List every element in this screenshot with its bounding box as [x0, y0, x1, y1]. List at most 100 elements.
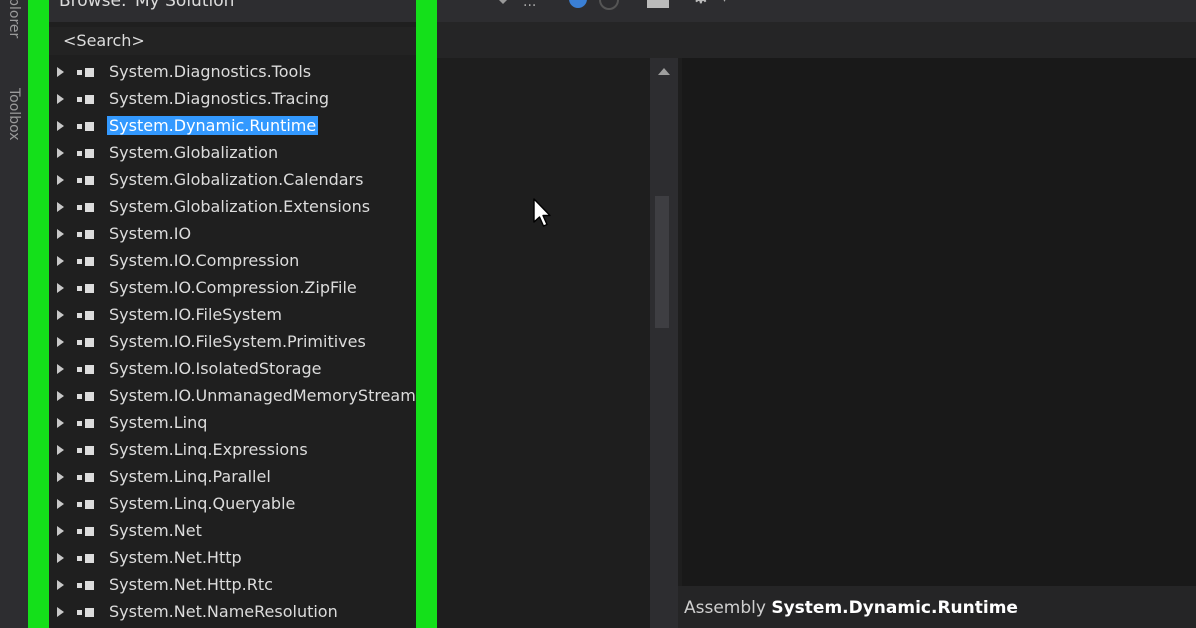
expand-arrow-icon[interactable]: [57, 418, 64, 428]
assembly-icon: [77, 419, 97, 428]
browse-bar: Browse: My Solution: [49, 0, 416, 22]
assembly-tree: System.Diagnostics.Tools System.Diagnosti…: [49, 59, 416, 626]
tree-item-label: System.Dynamic.Runtime: [107, 116, 319, 135]
tree-item[interactable]: System.Dynamic.Runtime: [49, 113, 416, 140]
search-input[interactable]: <Search>: [63, 31, 145, 50]
assembly-icon: [77, 95, 97, 104]
expand-arrow-icon[interactable]: [57, 202, 64, 212]
assembly-icon: [77, 230, 97, 239]
expand-arrow-icon[interactable]: [57, 283, 64, 293]
tree-item[interactable]: System.Net: [49, 518, 416, 545]
expand-arrow-icon[interactable]: [57, 121, 64, 131]
tree-item-label: System.IO.FileSystem.Primitives: [109, 332, 366, 351]
assembly-icon: [77, 257, 97, 266]
expand-arrow-icon[interactable]: [57, 364, 64, 374]
object-browser-panel: Browse: My Solution <Search> System.Diag…: [49, 0, 416, 628]
tree-item[interactable]: System.IO.FileSystem: [49, 302, 416, 329]
tree-item-label: System.IO.IsolatedStorage: [109, 359, 322, 378]
tree-item-label: System.Net.Http.Rtc: [109, 575, 273, 594]
browse-scope-dropdown[interactable]: My Solution: [135, 0, 234, 11]
settings-dropdown-icon[interactable]: ▾: [721, 0, 728, 6]
assembly-icon: [77, 392, 97, 401]
assembly-icon: [77, 473, 97, 482]
assembly-icon: [77, 149, 97, 158]
expand-arrow-icon[interactable]: [57, 229, 64, 239]
assembly-icon: [77, 581, 97, 590]
tree-item[interactable]: System.Linq: [49, 410, 416, 437]
tree-item-label: System.Globalization.Calendars: [109, 170, 364, 189]
toolbar: ... ⚙ ▾: [437, 0, 1196, 22]
rail-tab-explorer[interactable]: Explorer: [6, 0, 22, 38]
tree-item[interactable]: System.Diagnostics.Tools: [49, 59, 416, 86]
assembly-icon: [77, 122, 97, 131]
expand-arrow-icon[interactable]: [57, 94, 64, 104]
tree-item[interactable]: System.IO.Compression.ZipFile: [49, 275, 416, 302]
more-button[interactable]: ...: [523, 0, 536, 10]
scrollbar-thumb[interactable]: [655, 196, 669, 328]
expand-arrow-icon[interactable]: [57, 580, 64, 590]
tree-item-label: System.Diagnostics.Tracing: [109, 89, 330, 108]
tree-item-label: System.Linq.Queryable: [109, 494, 296, 513]
tree-item[interactable]: System.Net.Http: [49, 545, 416, 572]
tree-item[interactable]: System.IO.IsolatedStorage: [49, 356, 416, 383]
assembly-icon: [77, 608, 97, 617]
tree-item-label: System.Globalization: [109, 143, 279, 162]
tree-item-label: System.IO.Compression.ZipFile: [109, 278, 357, 297]
highlight-bar-right: [416, 0, 437, 628]
expand-arrow-icon[interactable]: [57, 472, 64, 482]
expand-arrow-icon[interactable]: [57, 445, 64, 455]
assembly-icon: [77, 176, 97, 185]
tree-item[interactable]: System.Net.Http.Rtc: [49, 572, 416, 599]
details-text: Assembly System.Dynamic.Runtime: [684, 598, 1018, 618]
expand-arrow-icon[interactable]: [57, 526, 64, 536]
expand-arrow-icon[interactable]: [57, 310, 64, 320]
rail-tab-toolbox[interactable]: Toolbox: [6, 88, 22, 141]
tree-item[interactable]: System.Globalization.Calendars: [49, 167, 416, 194]
assembly-icon: [77, 203, 97, 212]
tree-item[interactable]: System.IO.FileSystem.Primitives: [49, 329, 416, 356]
tree-item[interactable]: System.Globalization: [49, 140, 416, 167]
expand-arrow-icon[interactable]: [57, 607, 64, 617]
tree-item[interactable]: System.IO.UnmanagedMemoryStream: [49, 383, 416, 410]
tree-item-label: System.Linq.Expressions: [109, 440, 308, 459]
expand-arrow-icon[interactable]: [57, 391, 64, 401]
search-box[interactable]: <Search>: [49, 27, 416, 55]
vertical-scrollbar[interactable]: [650, 58, 678, 628]
tree-item-label: System.IO.FileSystem: [109, 305, 282, 324]
assembly-icon: [77, 365, 97, 374]
details-kind: Assembly: [684, 598, 766, 618]
tree-item[interactable]: System.Linq.Parallel: [49, 464, 416, 491]
expand-arrow-icon[interactable]: [57, 148, 64, 158]
tree-item[interactable]: System.Linq.Queryable: [49, 491, 416, 518]
tree-item-label: System.Net: [109, 521, 202, 540]
side-tool-rail: Explorer Toolbox: [0, 0, 28, 628]
back-icon[interactable]: [569, 0, 587, 8]
tree-item-label: System.Linq.Parallel: [109, 467, 271, 486]
tree-item[interactable]: System.Diagnostics.Tracing: [49, 86, 416, 113]
chevron-down-icon[interactable]: [499, 0, 507, 4]
members-header-bar: [437, 22, 1196, 58]
tree-item[interactable]: System.IO: [49, 221, 416, 248]
tree-item-label: System.Net.NameResolution: [109, 602, 338, 621]
tree-item[interactable]: System.Net.NameResolution: [49, 599, 416, 626]
tree-item[interactable]: System.Linq.Expressions: [49, 437, 416, 464]
expand-arrow-icon[interactable]: [57, 499, 64, 509]
view-icon[interactable]: [647, 0, 669, 8]
assembly-icon: [77, 500, 97, 509]
expand-arrow-icon[interactable]: [57, 67, 64, 77]
expand-arrow-icon[interactable]: [57, 256, 64, 266]
tree-item[interactable]: System.Globalization.Extensions: [49, 194, 416, 221]
gear-icon[interactable]: ⚙: [691, 0, 711, 9]
expand-arrow-icon[interactable]: [57, 337, 64, 347]
expand-arrow-icon[interactable]: [57, 553, 64, 563]
scroll-up-icon[interactable]: [658, 68, 670, 75]
tree-item-label: System.IO.UnmanagedMemoryStream: [109, 386, 416, 405]
tree-item[interactable]: System.IO.Compression: [49, 248, 416, 275]
assembly-icon: [77, 338, 97, 347]
forward-icon[interactable]: [599, 0, 619, 10]
assembly-icon: [77, 68, 97, 77]
details-name: System.Dynamic.Runtime: [771, 598, 1018, 618]
expand-arrow-icon[interactable]: [57, 175, 64, 185]
tree-item-label: System.Diagnostics.Tools: [109, 62, 312, 81]
details-pane: Assembly System.Dynamic.Runtime: [678, 586, 1196, 628]
